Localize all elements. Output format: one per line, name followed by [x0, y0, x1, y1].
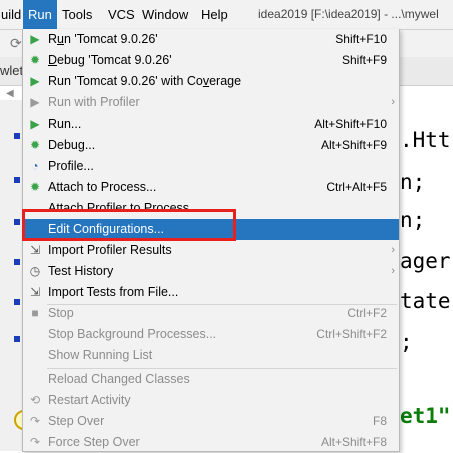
menu-item-label: Profile... [48, 159, 94, 173]
menu-item-debug-tomcat[interactable]: ✹ Debug 'Tomcat 9.0.26' Shift+F9 [23, 50, 399, 71]
shortcut: Alt+Shift+F8 [320, 435, 387, 449]
menu-help[interactable]: Help [196, 0, 233, 29]
history-icon: ◷ [29, 264, 41, 278]
shortcut: Alt+Shift+F10 [314, 117, 387, 131]
menu-item-label: Step Over [48, 414, 105, 428]
menu-item-label: Run with Profiler [48, 95, 140, 109]
shortcut: Shift+F9 [341, 53, 387, 67]
menu-window[interactable]: Window [137, 0, 193, 29]
gutter-marker [14, 177, 20, 183]
menu-item-label: Attach to Process... [48, 180, 157, 194]
menu-item-profile[interactable]: ◔ Profile... [23, 156, 399, 177]
menu-item-stop[interactable]: ■ Stop Ctrl+F2 [23, 303, 399, 324]
menu-item-label: Import Profiler Results [48, 243, 172, 257]
menu-item-label: Test History [48, 264, 114, 278]
menu-item-label: Attach Profiler to Process... [48, 201, 200, 215]
menu-tools[interactable]: Tools [57, 0, 97, 29]
menu-item-label: Import Tests from File... [48, 285, 179, 299]
menu-item-force-step-over[interactable]: ↷ Force Step Over Alt+Shift+F8 [23, 432, 399, 453]
run-profiler-icon: ▶ [30, 95, 40, 109]
menu-item-reload-changed-classes[interactable]: Reload Changed Classes [23, 369, 399, 390]
menu-item-label: Stop [48, 306, 74, 320]
menu-item-restart-activity[interactable]: ⟲ Restart Activity [23, 390, 399, 411]
menu-item-run-with-coverage[interactable]: ▶ Run 'Tomcat 9.0.26' with Coverage [23, 71, 399, 92]
debug-icon: ✹ [29, 53, 41, 67]
shortcut: Shift+F10 [335, 32, 387, 46]
gutter-marker [14, 133, 20, 139]
chevron-right-icon: › [391, 96, 395, 108]
shortcut: F8 [372, 414, 387, 428]
debug-icon: ✹ [29, 138, 41, 152]
shortcut: Ctrl+Alt+F5 [326, 180, 387, 194]
menu-item-label: Run... [48, 117, 82, 131]
menu-bar: uild Run Tools VCS Window Help idea2019 … [0, 0, 453, 30]
code-line[interactable]: ; [400, 330, 413, 354]
code-line[interactable]: et1" [400, 404, 451, 428]
menu-item-label: Run 'Tomcat 9.0.26' [48, 32, 158, 46]
import-icon: ⇲ [29, 243, 41, 257]
attach-process-icon: ✹ [29, 180, 41, 194]
run-icon: ▶ [30, 117, 40, 131]
menu-item-run-with-profiler[interactable]: ▶ Run with Profiler › [23, 92, 399, 113]
menu-item-label: Restart Activity [48, 393, 131, 407]
menu-item-label: Force Step Over [48, 435, 140, 449]
chevron-right-icon: › [391, 244, 395, 256]
code-line[interactable]: ager [400, 249, 451, 273]
menu-item-import-profiler-results[interactable]: ⇲ Import Profiler Results › [23, 240, 399, 261]
profile-icon: ◔ [31, 159, 39, 173]
menu-item-run[interactable]: ▶ Run... Alt+Shift+F10 [23, 114, 399, 135]
menu-item-edit-configurations[interactable]: Edit Configurations... [23, 219, 399, 240]
stop-icon: ■ [31, 306, 39, 320]
menu-item-run-tomcat[interactable]: ▶ Run 'Tomcat 9.0.26' Shift+F10 [23, 29, 399, 50]
run-icon: ▶ [30, 32, 40, 46]
menu-run[interactable]: Run [23, 0, 57, 29]
menu-item-label: Debug 'Tomcat 9.0.26' [48, 53, 172, 67]
menu-item-show-running-list[interactable]: Show Running List [23, 345, 399, 366]
window-title: idea2019 [F:\idea2019] - ...\mywel [258, 7, 439, 21]
menu-item-stop-background[interactable]: Stop Background Processes... Ctrl+Shift+… [23, 324, 399, 345]
restart-activity-icon: ⟲ [29, 393, 41, 407]
shortcut: Ctrl+Shift+F2 [316, 327, 387, 341]
force-step-over-icon: ↷ [29, 435, 41, 449]
gutter-marker [14, 299, 20, 305]
code-line[interactable]: tate [400, 289, 451, 313]
menu-item-attach-to-process[interactable]: ✹ Attach to Process... Ctrl+Alt+F5 [23, 177, 399, 198]
menu-item-label: Reload Changed Classes [48, 372, 190, 386]
editor-gutter [0, 100, 22, 451]
menu-item-step-over[interactable]: ↷ Step Over F8 [23, 411, 399, 432]
gutter-marker [14, 219, 20, 225]
menu-vcs[interactable]: VCS [103, 0, 140, 29]
shortcut: Ctrl+F2 [347, 306, 387, 320]
menu-item-label: Run 'Tomcat 9.0.26' with Coverage [48, 74, 242, 88]
menu-item-import-tests[interactable]: ⇲ Import Tests from File... [23, 282, 399, 303]
menu-item-label: Debug... [48, 138, 96, 152]
menu-item-label: Show Running List [48, 348, 153, 362]
menu-item-label: Edit Configurations... [48, 222, 165, 236]
shortcut: Alt+Shift+F9 [320, 138, 387, 152]
step-over-icon: ↷ [29, 414, 41, 428]
chevron-right-icon: › [391, 265, 395, 277]
menu-item-label: Stop Background Processes... [48, 327, 217, 341]
tab-scroll-icon[interactable]: ◀ [6, 88, 18, 99]
import-icon: ⇲ [29, 285, 41, 299]
gutter-marker [14, 259, 20, 265]
code-line[interactable]: n; [400, 208, 425, 232]
code-line[interactable]: n; [400, 170, 425, 194]
menu-item-attach-profiler[interactable]: Attach Profiler to Process... [23, 198, 399, 219]
menu-item-debug[interactable]: ✹ Debug... Alt+Shift+F9 [23, 135, 399, 156]
run-menu-dropdown: ▶ Run 'Tomcat 9.0.26' Shift+F10 ✹ Debug … [22, 29, 400, 452]
gutter-marker [14, 336, 20, 342]
run-coverage-icon: ▶ [30, 74, 40, 88]
code-line[interactable]: .Htt [400, 128, 451, 152]
menu-item-test-history[interactable]: ◷ Test History › [23, 261, 399, 282]
